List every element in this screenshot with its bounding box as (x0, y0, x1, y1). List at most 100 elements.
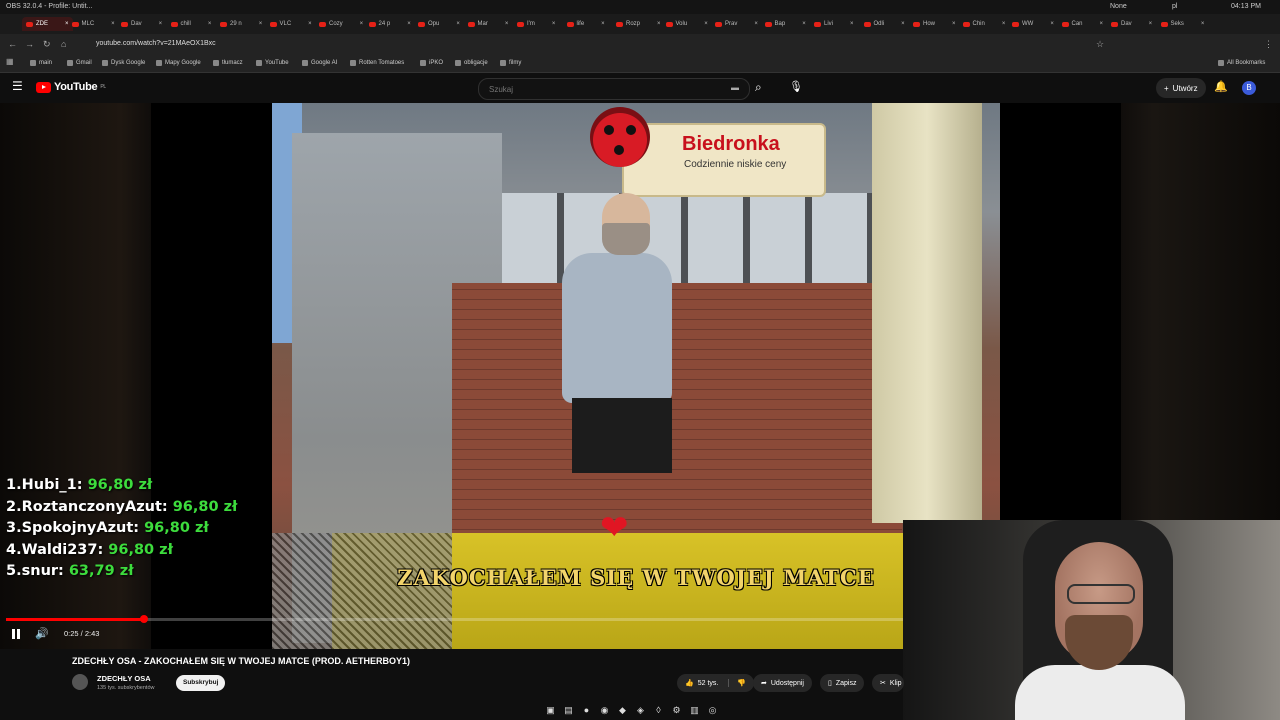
settings-icon[interactable]: ⚙ (671, 705, 682, 716)
like-button[interactable]: 👍 52 tys. 👎 (677, 674, 755, 692)
browser-tab[interactable]: ZDE × (22, 17, 73, 31)
obs-icon[interactable]: ◎ (707, 705, 718, 716)
subscribe-button[interactable]: Subskrybuj (176, 675, 226, 691)
close-tab-icon[interactable]: × (1002, 21, 1006, 27)
browser-tab[interactable]: Opu × (418, 17, 460, 31)
search-box[interactable]: ▬ (478, 78, 750, 100)
microphone-icon[interactable]: 🎙 (789, 80, 803, 93)
browser-tab[interactable]: Mar × (467, 17, 509, 31)
close-tab-icon[interactable]: × (505, 21, 509, 27)
search-icon[interactable]: ⌕ (755, 80, 762, 95)
close-tab-icon[interactable]: × (456, 21, 460, 27)
close-tab-icon[interactable]: × (952, 21, 956, 27)
share-button[interactable]: ➦ Udostępnij (753, 674, 812, 692)
bookmark-item[interactable]: Mapy Google (156, 60, 201, 66)
bookmark-item[interactable]: main (30, 60, 52, 66)
os-profile[interactable]: None (1110, 3, 1127, 10)
browser-tab[interactable]: Bap × (764, 17, 806, 31)
bookmark-star-icon[interactable]: ☆ (1096, 39, 1104, 50)
browser-tab[interactable]: Can × (1061, 17, 1104, 31)
bookmark-item[interactable]: obligacje (455, 60, 488, 66)
browser-tab[interactable]: Dav × (1111, 17, 1152, 31)
hamburger-menu-icon[interactable]: ☰ (12, 79, 23, 93)
browser-tab[interactable]: chill × (170, 17, 212, 31)
close-tab-icon[interactable]: × (704, 21, 708, 27)
chrome-icon[interactable]: ◉ (599, 705, 610, 716)
close-tab-icon[interactable]: × (657, 21, 661, 27)
os-language[interactable]: pl (1172, 3, 1177, 10)
browser-tab[interactable]: 24 p × (368, 17, 411, 31)
browser-tab[interactable]: Cozy × (319, 17, 363, 31)
terminal-icon[interactable]: ▤ (563, 705, 574, 716)
close-tab-icon[interactable]: × (1050, 21, 1054, 27)
forward-icon[interactable]: → (25, 39, 34, 49)
close-tab-icon[interactable]: × (901, 21, 905, 27)
create-button[interactable]: + Utwórz (1156, 78, 1206, 98)
bookmark-item[interactable]: tłumacz (213, 60, 243, 66)
browser-tab[interactable]: Rozp × (616, 17, 661, 31)
bookmark-item[interactable]: Rotten Tomatoes (350, 60, 404, 66)
close-tab-icon[interactable]: × (1149, 21, 1153, 27)
discord-icon[interactable]: ◆ (617, 705, 628, 716)
url-bar[interactable]: youtube.com/watch?v=21MAeOX1Bxc (96, 40, 216, 47)
browser-tab[interactable]: Seks × (1160, 17, 1205, 31)
browser-tab[interactable]: MLC × (71, 17, 115, 31)
clip-button[interactable]: ✂ Klip (872, 674, 904, 692)
video-frame[interactable]: Biedronka Codziennie niskie ceny ❤ ZAKOC… (272, 103, 1000, 649)
keyboard-icon[interactable]: ▬ (731, 83, 739, 92)
browser-tab[interactable]: Prav × (715, 17, 758, 31)
close-tab-icon[interactable]: × (159, 21, 163, 27)
bookmark-item[interactable]: Dysk Google (102, 60, 145, 66)
channel-avatar[interactable] (72, 674, 88, 690)
bookmark-item[interactable]: YouTube (256, 60, 289, 66)
steam-icon[interactable]: ◈ (635, 705, 646, 716)
browser-tab[interactable]: Odli × (863, 17, 905, 31)
channel-name[interactable]: ZDECHŁY OSA (97, 674, 151, 683)
account-avatar[interactable]: B (1242, 81, 1256, 95)
browser-tab[interactable]: 29 n × (220, 17, 262, 31)
close-tab-icon[interactable]: × (754, 21, 758, 27)
spotify-icon[interactable]: ● (581, 705, 592, 716)
close-tab-icon[interactable]: × (65, 21, 69, 27)
browser-tab[interactable]: I'm × (517, 17, 555, 31)
browser-tab[interactable]: VLC × (269, 17, 312, 31)
close-tab-icon[interactable]: × (601, 21, 605, 27)
notifications-bell-icon[interactable]: 🔔 (1214, 80, 1228, 93)
close-tab-icon[interactable]: × (1201, 21, 1205, 27)
apps-grid-icon[interactable]: ▦ (6, 57, 14, 66)
folder-icon[interactable]: ▣ (545, 705, 556, 716)
close-tab-icon[interactable]: × (208, 21, 212, 27)
close-tab-icon[interactable]: × (111, 21, 115, 27)
close-tab-icon[interactable]: × (850, 21, 854, 27)
thumbs-down-icon[interactable]: 👎 (728, 679, 746, 687)
browser-tab[interactable]: Volu × (665, 17, 708, 31)
browser-menu-icon[interactable]: ⋮ (1264, 39, 1273, 50)
bookmark-item[interactable]: filmy (500, 60, 521, 66)
shield-icon[interactable]: ◊ (653, 705, 664, 716)
document-icon[interactable]: ▥ (689, 705, 700, 716)
volume-icon[interactable]: 🔊 (35, 627, 49, 640)
browser-tab[interactable]: life × (566, 17, 605, 31)
all-bookmarks[interactable]: All Bookmarks (1218, 60, 1265, 66)
browser-tab[interactable]: WW × (1012, 17, 1054, 31)
browser-tab[interactable]: Livi × (814, 17, 854, 31)
close-tab-icon[interactable]: × (259, 21, 263, 27)
close-tab-icon[interactable]: × (552, 21, 556, 27)
pause-icon[interactable] (11, 629, 21, 639)
close-tab-icon[interactable]: × (308, 21, 312, 27)
progress-bar[interactable] (6, 615, 904, 623)
browser-tab[interactable]: Dav × (121, 17, 162, 31)
bookmark-item[interactable]: Gmail (67, 60, 92, 66)
home-icon[interactable]: ⌂ (61, 39, 66, 49)
close-tab-icon[interactable]: × (360, 21, 364, 27)
browser-tab[interactable]: Chin × (962, 17, 1006, 31)
bookmark-item[interactable]: iPKO (420, 60, 443, 66)
youtube-logo[interactable]: YouTube PL (36, 81, 106, 93)
back-icon[interactable]: ← (8, 39, 17, 49)
close-tab-icon[interactable]: × (802, 21, 806, 27)
reload-icon[interactable]: ↻ (43, 39, 51, 50)
browser-tab[interactable]: How × (913, 17, 956, 31)
close-tab-icon[interactable]: × (1100, 21, 1104, 27)
bookmark-item[interactable]: Google AI (302, 60, 337, 66)
search-input[interactable] (487, 84, 721, 95)
